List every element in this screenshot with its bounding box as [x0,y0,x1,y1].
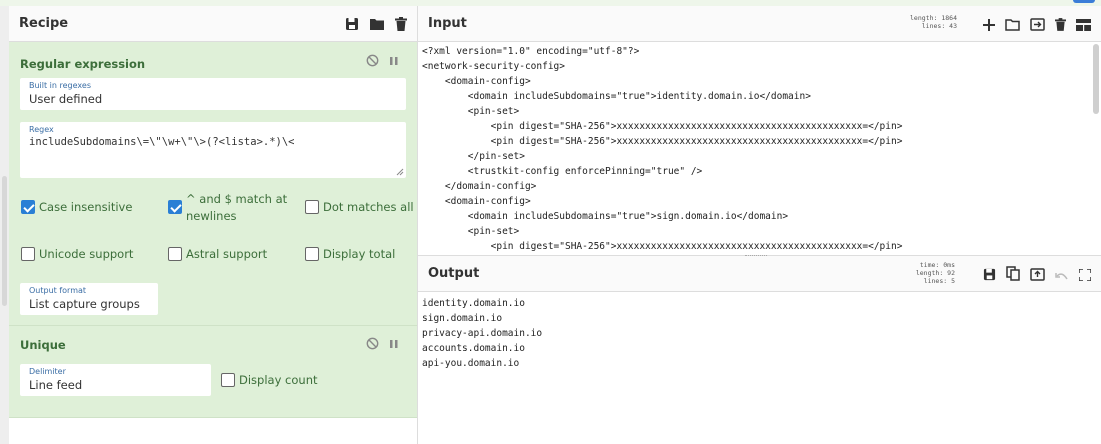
multiline-label-line1: ^ and $ match at [186,192,288,206]
dot-matches-all-label: Dot matches all [323,200,414,214]
builtin-regexes-label: Built in regexes [29,81,91,90]
input-length-value: 1864 [941,14,957,22]
folder-icon[interactable] [1005,16,1020,35]
display-count-checkbox[interactable]: Display count [221,373,318,387]
astral-support-checkbox[interactable]: Astral support [168,247,267,261]
regex-value: includeSubdomains\=\"\w+\"\>(?<lista>.*)… [29,136,295,148]
display-count-label: Display count [239,373,318,387]
top-accent [1073,0,1095,3]
checkbox-checked-icon[interactable] [168,200,182,214]
undo-icon [1055,266,1069,285]
output-time-label: time: [919,261,940,269]
folder-icon[interactable] [369,17,385,31]
output-stats: time: 0ms length: 92 lines: 5 [916,261,955,285]
operations-scrollbar[interactable] [0,6,9,444]
output-pane: Output time: 0ms length: 92 lines: 5 ide… [418,256,1101,444]
resize-handle-icon[interactable] [396,168,404,176]
input-stats: length: 1864 lines: 43 [910,14,957,30]
regex-operation: Regular expression Built in regexes User… [9,42,417,326]
input-scrollbar[interactable] [1093,44,1099,114]
trash-icon[interactable] [1055,16,1066,35]
output-format-select[interactable]: Output format List capture groups [20,283,158,315]
input-title: Input [428,16,467,31]
input-length-label: length: [910,14,938,22]
plus-icon[interactable] [983,16,995,35]
trash-icon[interactable] [395,16,407,31]
astral-support-label: Astral support [186,247,268,261]
output-lines-value: 5 [951,277,955,285]
checkbox-unchecked-icon[interactable] [305,200,319,214]
output-title: Output [428,266,480,281]
input-lines-label: lines: [921,22,946,30]
unicode-support-checkbox[interactable]: Unicode support [21,247,133,261]
checkbox-unchecked-icon[interactable] [305,247,319,261]
checkbox-checked-icon[interactable] [21,200,35,214]
output-lines-label: lines: [923,277,948,285]
copy-icon[interactable] [1006,266,1020,285]
regex-input[interactable]: Regex includeSubdomains\=\"\w+\"\>(?<lis… [20,122,406,178]
input-lines-value: 43 [949,22,957,30]
recipe-pane: Recipe Regular expression Built in regex… [9,6,418,444]
scroll-thumb[interactable] [2,176,7,306]
pause-icon[interactable] [389,335,399,354]
checkbox-unchecked-icon[interactable] [21,247,35,261]
regex-label: Regex [29,125,54,134]
save-icon[interactable] [345,17,359,31]
checkbox-unchecked-icon[interactable] [221,373,235,387]
save-icon[interactable] [983,266,996,285]
builtin-regexes-value: User defined [29,92,103,106]
delimiter-value: Line feed [29,378,83,392]
input-pane: Input length: 1864 lines: 43 <?xml versi… [418,6,1101,256]
display-total-checkbox[interactable]: Display total [305,247,395,261]
multiline-checkbox[interactable]: ^ and $ match at newlines [168,191,287,225]
case-insensitive-checkbox[interactable]: Case insensitive [21,200,132,214]
output-time-value: 0ms [943,261,955,269]
unicode-support-label: Unicode support [39,247,134,261]
maximize-icon[interactable] [1078,266,1092,285]
output-text[interactable]: identity.domain.io sign.domain.io privac… [422,296,542,371]
load-file-icon[interactable] [1030,16,1045,35]
output-header: Output time: 0ms length: 92 lines: 5 [418,256,1101,292]
output-format-value: List capture groups [29,297,140,311]
output-length-label: length: [915,269,944,277]
delimiter-select[interactable]: Delimiter Line feed [20,364,211,396]
checkbox-unchecked-icon[interactable] [168,247,182,261]
regex-operation-title: Regular expression [20,57,146,71]
input-textarea[interactable]: <?xml version="1.0" encoding="utf-8"?> <… [422,44,1090,254]
display-total-label: Display total [323,247,396,261]
recipe-title: Recipe [19,16,69,31]
builtin-regexes-select[interactable]: Built in regexes User defined [20,78,406,110]
delimiter-label: Delimiter [29,367,66,376]
layout-icon[interactable] [1076,16,1091,35]
case-insensitive-label: Case insensitive [39,200,133,214]
dot-matches-all-checkbox[interactable]: Dot matches all [305,200,414,214]
unique-operation: Unique Delimiter Line feed Display count [9,326,417,418]
unique-operation-title: Unique [20,338,66,352]
multiline-label-line2: newlines [186,209,237,223]
pause-icon[interactable] [389,52,399,71]
disable-icon[interactable] [366,335,379,354]
output-length-value: 92 [947,269,955,277]
replace-input-icon[interactable] [1030,266,1045,285]
recipe-header: Recipe [9,6,417,42]
disable-icon[interactable] [366,52,379,71]
output-format-label: Output format [29,286,87,295]
input-header: Input length: 1864 lines: 43 [418,6,1101,42]
